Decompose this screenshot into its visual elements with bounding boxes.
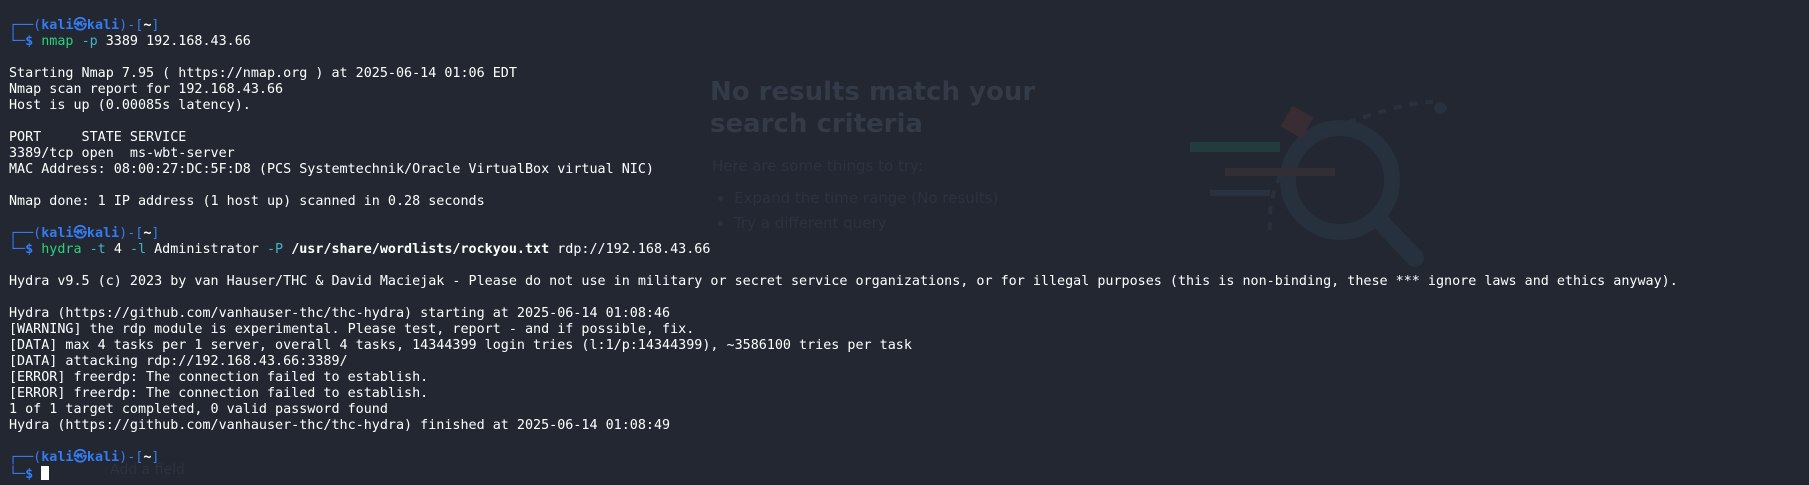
output-line: 3389/tcp open ms-wbt-server [9, 146, 235, 161]
command-arg: -P [267, 242, 284, 257]
prompt-user: kali [41, 226, 74, 241]
command-arg: /usr/share/wordlists/rockyou.txt [291, 242, 550, 257]
command-line: └─$ [9, 466, 1678, 482]
command-arg: -p [81, 34, 98, 49]
prompt-host: kali [86, 18, 120, 33]
output-line: 1 of 1 target completed, 0 valid passwor… [9, 402, 388, 417]
output-line: [ERROR] freerdp: The connection failed t… [9, 386, 429, 401]
output-line: PORT STATE SERVICE [9, 130, 187, 145]
prompt-frame: └─ [9, 467, 26, 482]
prompt-at: ㉿ [73, 226, 87, 241]
command-line: └─$ hydra -t 4 -l Administrator -P /usr/… [9, 242, 1678, 258]
prompt-frame: ] [151, 226, 160, 241]
output-line: Hydra (https://github.com/vanhauser-thc/… [9, 418, 671, 433]
command-program: nmap [41, 34, 74, 49]
prompt-frame: ] [151, 450, 160, 465]
prompt-line: ┌──(kali㉿kali)-[~] [9, 226, 1678, 242]
output-line: Host is up (0.00085s latency). [9, 98, 251, 113]
command-arg: rdp://192.168.43.66 [557, 242, 711, 257]
command-arg: -t [89, 242, 106, 257]
prompt-line: ┌──(kali㉿kali)-[~] [9, 18, 1678, 34]
prompt-user: kali [41, 18, 74, 33]
output-line: [ERROR] freerdp: The connection failed t… [9, 370, 429, 385]
command-arg: 192.168.43.66 [146, 34, 251, 49]
prompt-frame: ┌──( [9, 18, 42, 33]
command-arg: 3389 [105, 34, 138, 49]
prompt-host: kali [86, 226, 120, 241]
terminal-output[interactable]: ┌──(kali㉿kali)-[~] └─$ nmap -p 3389 192.1… [9, 18, 1678, 482]
prompt-at: ㉿ [73, 18, 87, 33]
command-arg: -l [129, 242, 147, 257]
prompt-frame: └─ [9, 34, 26, 49]
prompt-symbol: $ [25, 242, 34, 257]
cursor[interactable] [41, 466, 50, 480]
command-arg: Administrator [154, 242, 259, 257]
prompt-frame: └─ [9, 242, 26, 257]
output-line: Nmap scan report for 192.168.43.66 [9, 82, 284, 97]
prompt-frame: ┌──( [9, 226, 42, 241]
output-line: [DATA] max 4 tasks per 1 server, overall… [9, 338, 912, 353]
prompt-at: ㉿ [73, 450, 87, 465]
prompt-frame: )-[ [119, 18, 144, 33]
output-line: Hydra (https://github.com/vanhauser-thc/… [9, 306, 671, 321]
prompt-frame: ] [151, 18, 160, 33]
command-arg: 4 [113, 242, 122, 257]
output-line: [WARNING] the rdp module is experimental… [9, 322, 695, 337]
prompt-symbol: $ [25, 467, 34, 482]
output-line: MAC Address: 08:00:27:DC:5F:D8 (PCS Syst… [9, 162, 654, 177]
prompt-frame: ┌──( [9, 450, 42, 465]
output-line: Starting Nmap 7.95 ( https://nmap.org ) … [9, 66, 517, 81]
command-program: hydra [41, 242, 82, 257]
prompt-frame: )-[ [119, 450, 144, 465]
prompt-line: ┌──(kali㉿kali)-[~] [9, 450, 1678, 466]
command-line: └─$ nmap -p 3389 192.168.43.66 [9, 34, 1678, 50]
output-line: [DATA] attacking rdp://192.168.43.66:338… [9, 354, 348, 369]
output-line: Nmap done: 1 IP address (1 host up) scan… [9, 194, 485, 209]
prompt-symbol: $ [25, 34, 34, 49]
prompt-frame: )-[ [119, 226, 144, 241]
prompt-user: kali [41, 450, 74, 465]
prompt-host: kali [86, 450, 120, 465]
output-line: Hydra v9.5 (c) 2023 by van Hauser/THC & … [9, 274, 1678, 289]
